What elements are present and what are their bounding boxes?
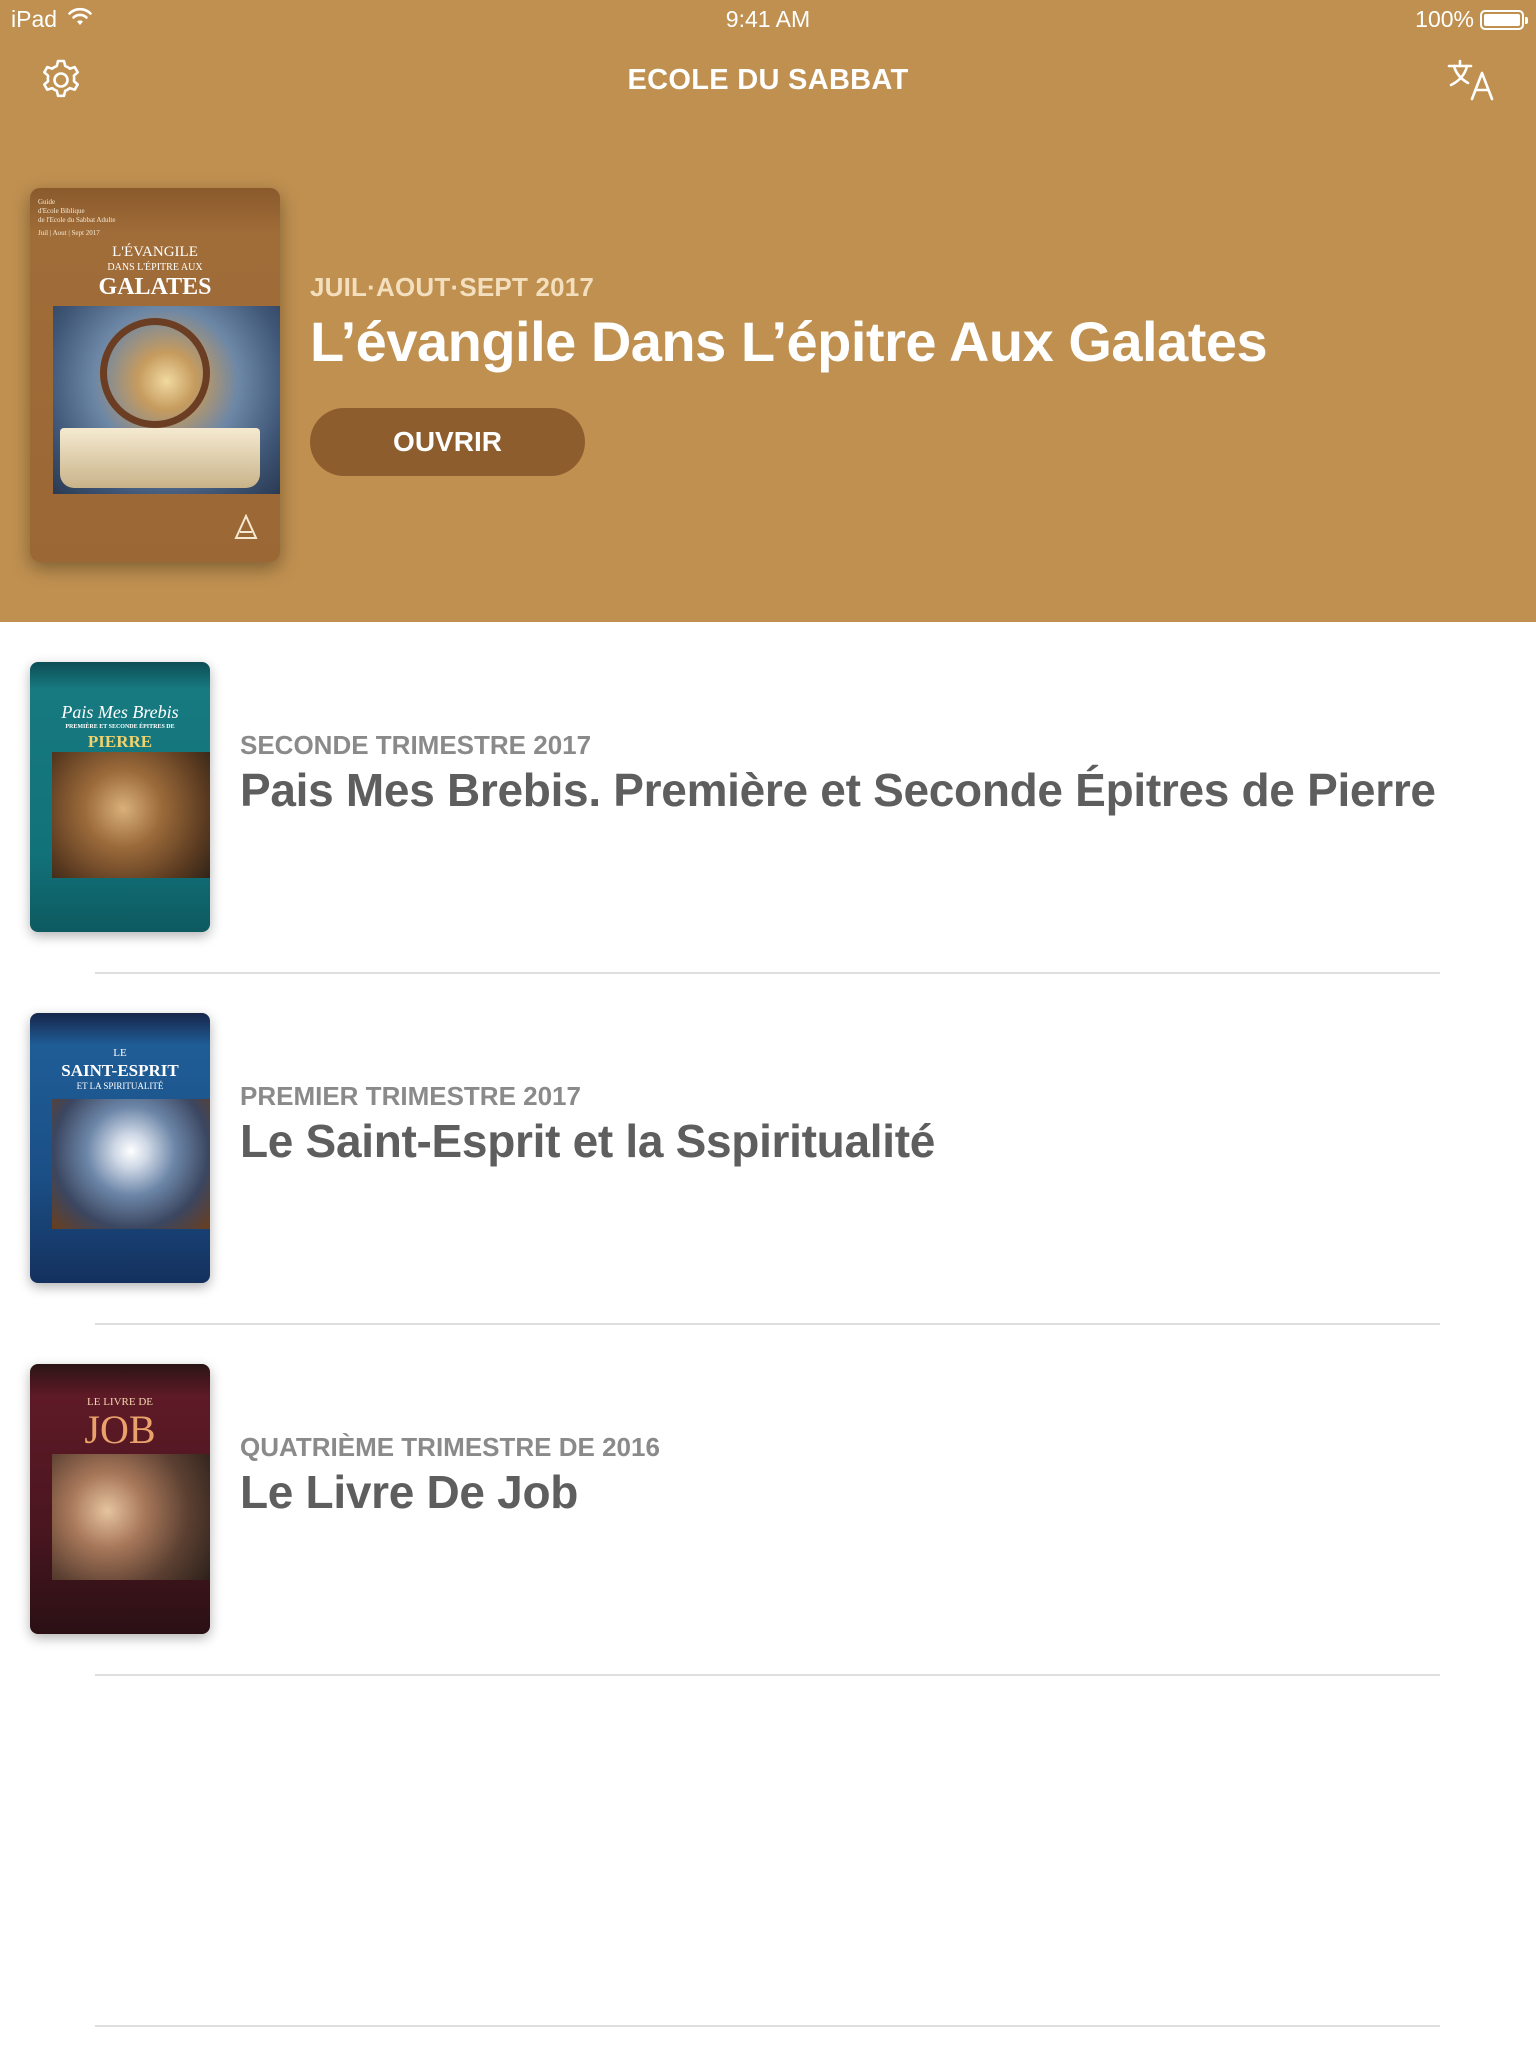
featured-cover-image[interactable]: Guide d'Ecole Biblique de l'Ecole du Sab…	[30, 188, 280, 562]
list-item-date: QUATRIÈME TRIMESTRE DE 2016	[240, 1432, 660, 1462]
list-item[interactable]: LE LIVRE DE JOB QUATRIÈME TRIMESTRE DE 2…	[0, 1324, 1536, 1674]
cover-image: Pais Mes Brebis PREMIÈRE ET SECONDE ÉPIT…	[30, 662, 210, 932]
cover-artwork	[52, 1099, 210, 1229]
featured-header: iPad 9:41 AM 100% ECOLE DU SABBAT Guide …	[0, 0, 1536, 622]
list-item-title: Pais Mes Brebis. Première et Seconde Épi…	[240, 764, 1436, 816]
featured-text: JUIL·AOUT·SEPT 2017 L’évangile Dans L’ép…	[310, 272, 1268, 374]
open-bible-art	[60, 428, 260, 488]
list-item[interactable]: Pais Mes Brebis PREMIÈRE ET SECONDE ÉPIT…	[0, 622, 1536, 972]
cover-heading-line2: SAINT-ESPRIT	[61, 1061, 179, 1080]
battery-icon	[1480, 9, 1528, 30]
church-logo-icon	[232, 513, 260, 547]
open-button[interactable]: OUVRIR	[310, 408, 585, 476]
list-item-title: Le Livre De Job	[240, 1466, 579, 1518]
cover-text-line: d'Ecole Biblique	[38, 207, 85, 215]
cover-image: LE LIVRE DE JOB	[30, 1364, 210, 1634]
cover-image: LE SAINT-ESPRIT ET LA SPIRITUALITÉ	[30, 1013, 210, 1283]
featured-title[interactable]: L’évangile Dans L’épitre Aux Galates	[310, 309, 1268, 374]
cover-heading-line2: PREMIÈRE ET SECONDE ÉPITRES DE	[65, 724, 175, 730]
cover-small-text: Guide d'Ecole Biblique de l'Ecole du Sab…	[38, 198, 115, 238]
divider	[95, 2025, 1440, 2027]
list-item[interactable]: LE SAINT-ESPRIT ET LA SPIRITUALITÉ PREMI…	[0, 973, 1536, 1323]
cover-artwork	[52, 1454, 210, 1580]
list-item-text: SECONDE TRIMESTRE 2017 Pais Mes Brebis. …	[240, 730, 1436, 817]
cover-heading-line2: JOB	[84, 1407, 156, 1452]
battery-percent: 100%	[1415, 6, 1474, 32]
page-title: ECOLE DU SABBAT	[627, 64, 909, 96]
cover-text-line: Guide	[38, 198, 56, 206]
cover-heading-line2: DANS L'ÉPITRE AUX	[107, 262, 203, 273]
cover-heading-line1: L'ÉVANGILE	[112, 244, 198, 260]
translate-icon	[1446, 57, 1498, 108]
status-time: 9:41 AM	[725, 6, 811, 32]
cover-heading-line3: GALATES	[98, 274, 212, 300]
cover-heading-line3: PIERRE	[87, 732, 153, 751]
cover-artwork	[52, 752, 210, 878]
list-item-text: QUATRIÈME TRIMESTRE DE 2016 Le Livre De …	[240, 1432, 660, 1519]
cover-text-line: de l'Ecole du Sabbat Adulte	[38, 216, 116, 224]
list-item-date: SECONDE TRIMESTRE 2017	[240, 730, 592, 760]
cover-text-line: Juil | Aout | Sept 2017	[38, 229, 100, 237]
divider	[95, 1674, 1440, 1676]
language-button[interactable]	[1440, 50, 1504, 114]
crown-of-thorns-art	[100, 318, 210, 428]
status-right: 100%	[1415, 6, 1528, 33]
status-bar: iPad 9:41 AM 100%	[0, 0, 1536, 40]
list-item-date: PREMIER TRIMESTRE 2017	[240, 1081, 581, 1111]
list-item-title: Le Saint-Esprit et la Sspiritualité	[240, 1115, 935, 1167]
cover-heading-line1: LE	[113, 1047, 127, 1059]
cover-heading-line1: Pais Mes Brebis	[61, 702, 179, 722]
list-item-text: PREMIER TRIMESTRE 2017 Le Saint-Esprit e…	[240, 1081, 935, 1168]
featured-date: JUIL·AOUT·SEPT 2017	[310, 272, 595, 302]
cover-heading-line3: ET LA SPIRITUALITÉ	[76, 1081, 164, 1091]
